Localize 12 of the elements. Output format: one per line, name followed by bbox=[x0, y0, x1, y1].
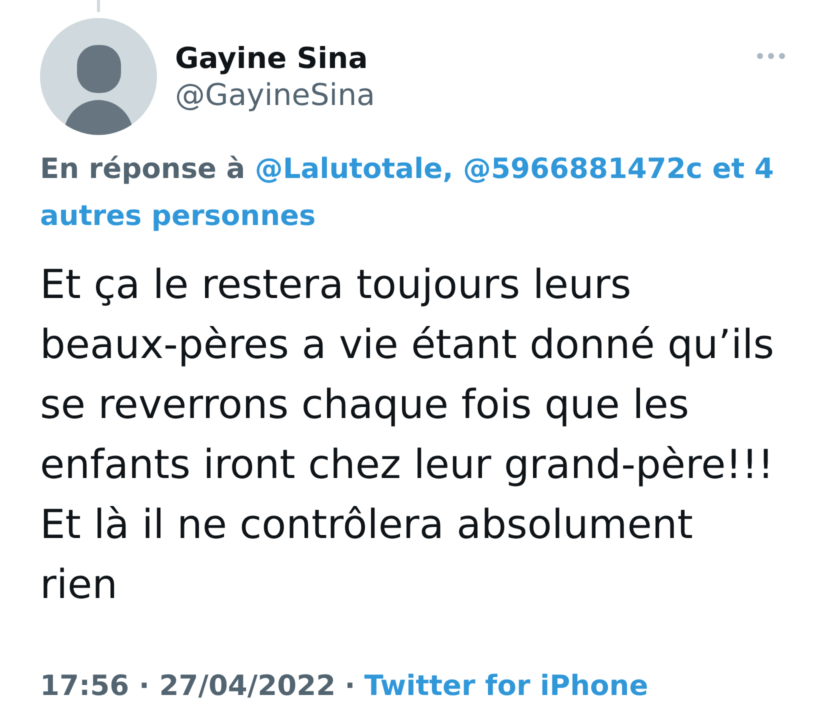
avatar-icon[interactable] bbox=[40, 18, 157, 135]
reply-context: En réponse à @Lalutotale, @5966881472c et 4 autres personnes bbox=[40, 151, 775, 234]
reply-link[interactable]: et 4 bbox=[712, 152, 774, 185]
reply-link[interactable]: @Lalutotale, bbox=[254, 152, 454, 185]
author-name[interactable]: Gayine Sina bbox=[175, 40, 368, 76]
author-handle[interactable]: @GayineSina bbox=[175, 76, 375, 116]
reply-link[interactable]: @5966881472c bbox=[463, 152, 702, 185]
separator: · bbox=[344, 668, 356, 704]
source-link[interactable]: Twitter for iPhone bbox=[364, 666, 648, 706]
timestamp[interactable]: 17:56 · 27/04/2022 bbox=[40, 666, 336, 706]
reply-link[interactable]: autres personnes bbox=[40, 199, 316, 232]
tweet-text: Et ça le restera toujours leurs beaux-pères a vie étant donné qu’ils se reverrons chaque fois que les enfants iront chez leur grand-père!!! Et là il ne contrôlera absolument rien bbox=[40, 261, 776, 610]
